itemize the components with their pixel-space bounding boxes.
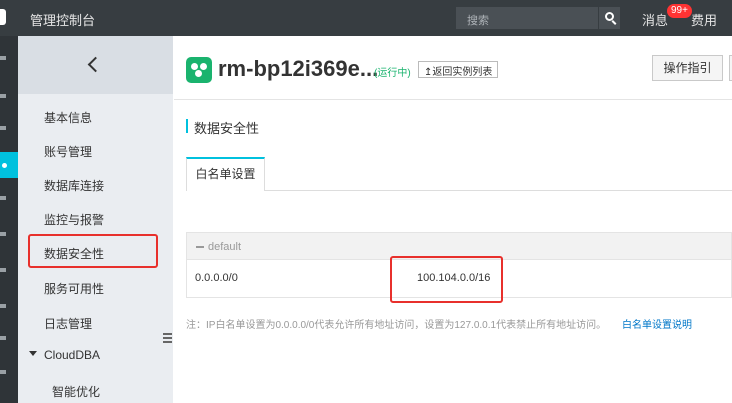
messages-badge: 99+ [667, 4, 692, 18]
instance-status: (运行中) [374, 68, 411, 79]
product-icon-rail [0, 36, 18, 403]
instance-name: rm-bp12i369e... [218, 56, 379, 81]
instance-sidebar: 基本信息 账号管理 数据库连接 监控与报警 数据安全性 服务可用性 日志管理 C… [18, 36, 173, 403]
product-icon[interactable] [0, 232, 6, 236]
sidebar-item-db-connection[interactable]: 数据库连接 [44, 177, 104, 194]
messages-link[interactable]: 消息 [642, 10, 668, 29]
highlight-box [390, 256, 503, 303]
sidebar-toggle-icon[interactable] [163, 333, 173, 345]
console-title[interactable]: 管理控制台 [30, 10, 95, 29]
menu-icon[interactable] [0, 56, 6, 60]
product-icon[interactable] [0, 268, 6, 272]
product-icon[interactable] [0, 370, 6, 374]
group-name: default [208, 241, 242, 253]
whitelist-help-link[interactable]: 白名单设置说明 [622, 316, 692, 331]
tab-whitelist[interactable]: 白名单设置 [186, 157, 265, 191]
sidebar-item-availability[interactable]: 服务可用性 [44, 280, 104, 297]
divider [174, 99, 732, 100]
tab-underline [265, 190, 732, 191]
operation-guide-button[interactable]: 操作指引 [652, 55, 723, 81]
aliyun-logo-icon[interactable] [0, 9, 6, 25]
collapse-minus-icon [196, 246, 204, 248]
caret-down-icon[interactable] [29, 351, 37, 356]
sidebar-item-clouddba[interactable]: CloudDBA [44, 348, 100, 362]
sidebar-item-logs[interactable]: 日志管理 [44, 315, 92, 332]
grid-icon[interactable] [0, 94, 6, 98]
ip-cell: 0.0.0.0/0 [195, 272, 238, 284]
product-icon[interactable] [0, 304, 6, 308]
sidebar-subitem-optimization[interactable]: 智能优化 [52, 383, 100, 400]
top-navbar: 管理控制台 搜索 消息 99+ 费用 [0, 0, 732, 36]
back-to-list-button[interactable]: ↥返回实例列表 [418, 61, 499, 78]
rds-instance-icon [186, 57, 212, 83]
search-button[interactable] [598, 7, 620, 29]
product-icon[interactable] [0, 126, 6, 130]
product-icon[interactable] [0, 196, 6, 200]
sidebar-item-basic-info[interactable]: 基本信息 [44, 109, 92, 126]
sidebar-item-monitoring[interactable]: 监控与报警 [44, 211, 104, 228]
highlight-box [28, 234, 158, 268]
whitelist-note: 注：IP白名单设置为0.0.0.0/0代表允许所有地址访问，设置为127.0.0… [186, 320, 607, 331]
search-input[interactable]: 搜索 [456, 7, 598, 29]
chevron-left-icon [87, 56, 104, 73]
sidebar-back-button[interactable] [18, 36, 173, 94]
section-title: 数据安全性 [194, 121, 260, 136]
section-marker [186, 119, 188, 133]
sidebar-item-accounts[interactable]: 账号管理 [44, 143, 92, 160]
rds-product-icon[interactable] [0, 152, 18, 178]
fees-link[interactable]: 费用 [691, 10, 717, 29]
product-icon[interactable] [0, 336, 6, 340]
